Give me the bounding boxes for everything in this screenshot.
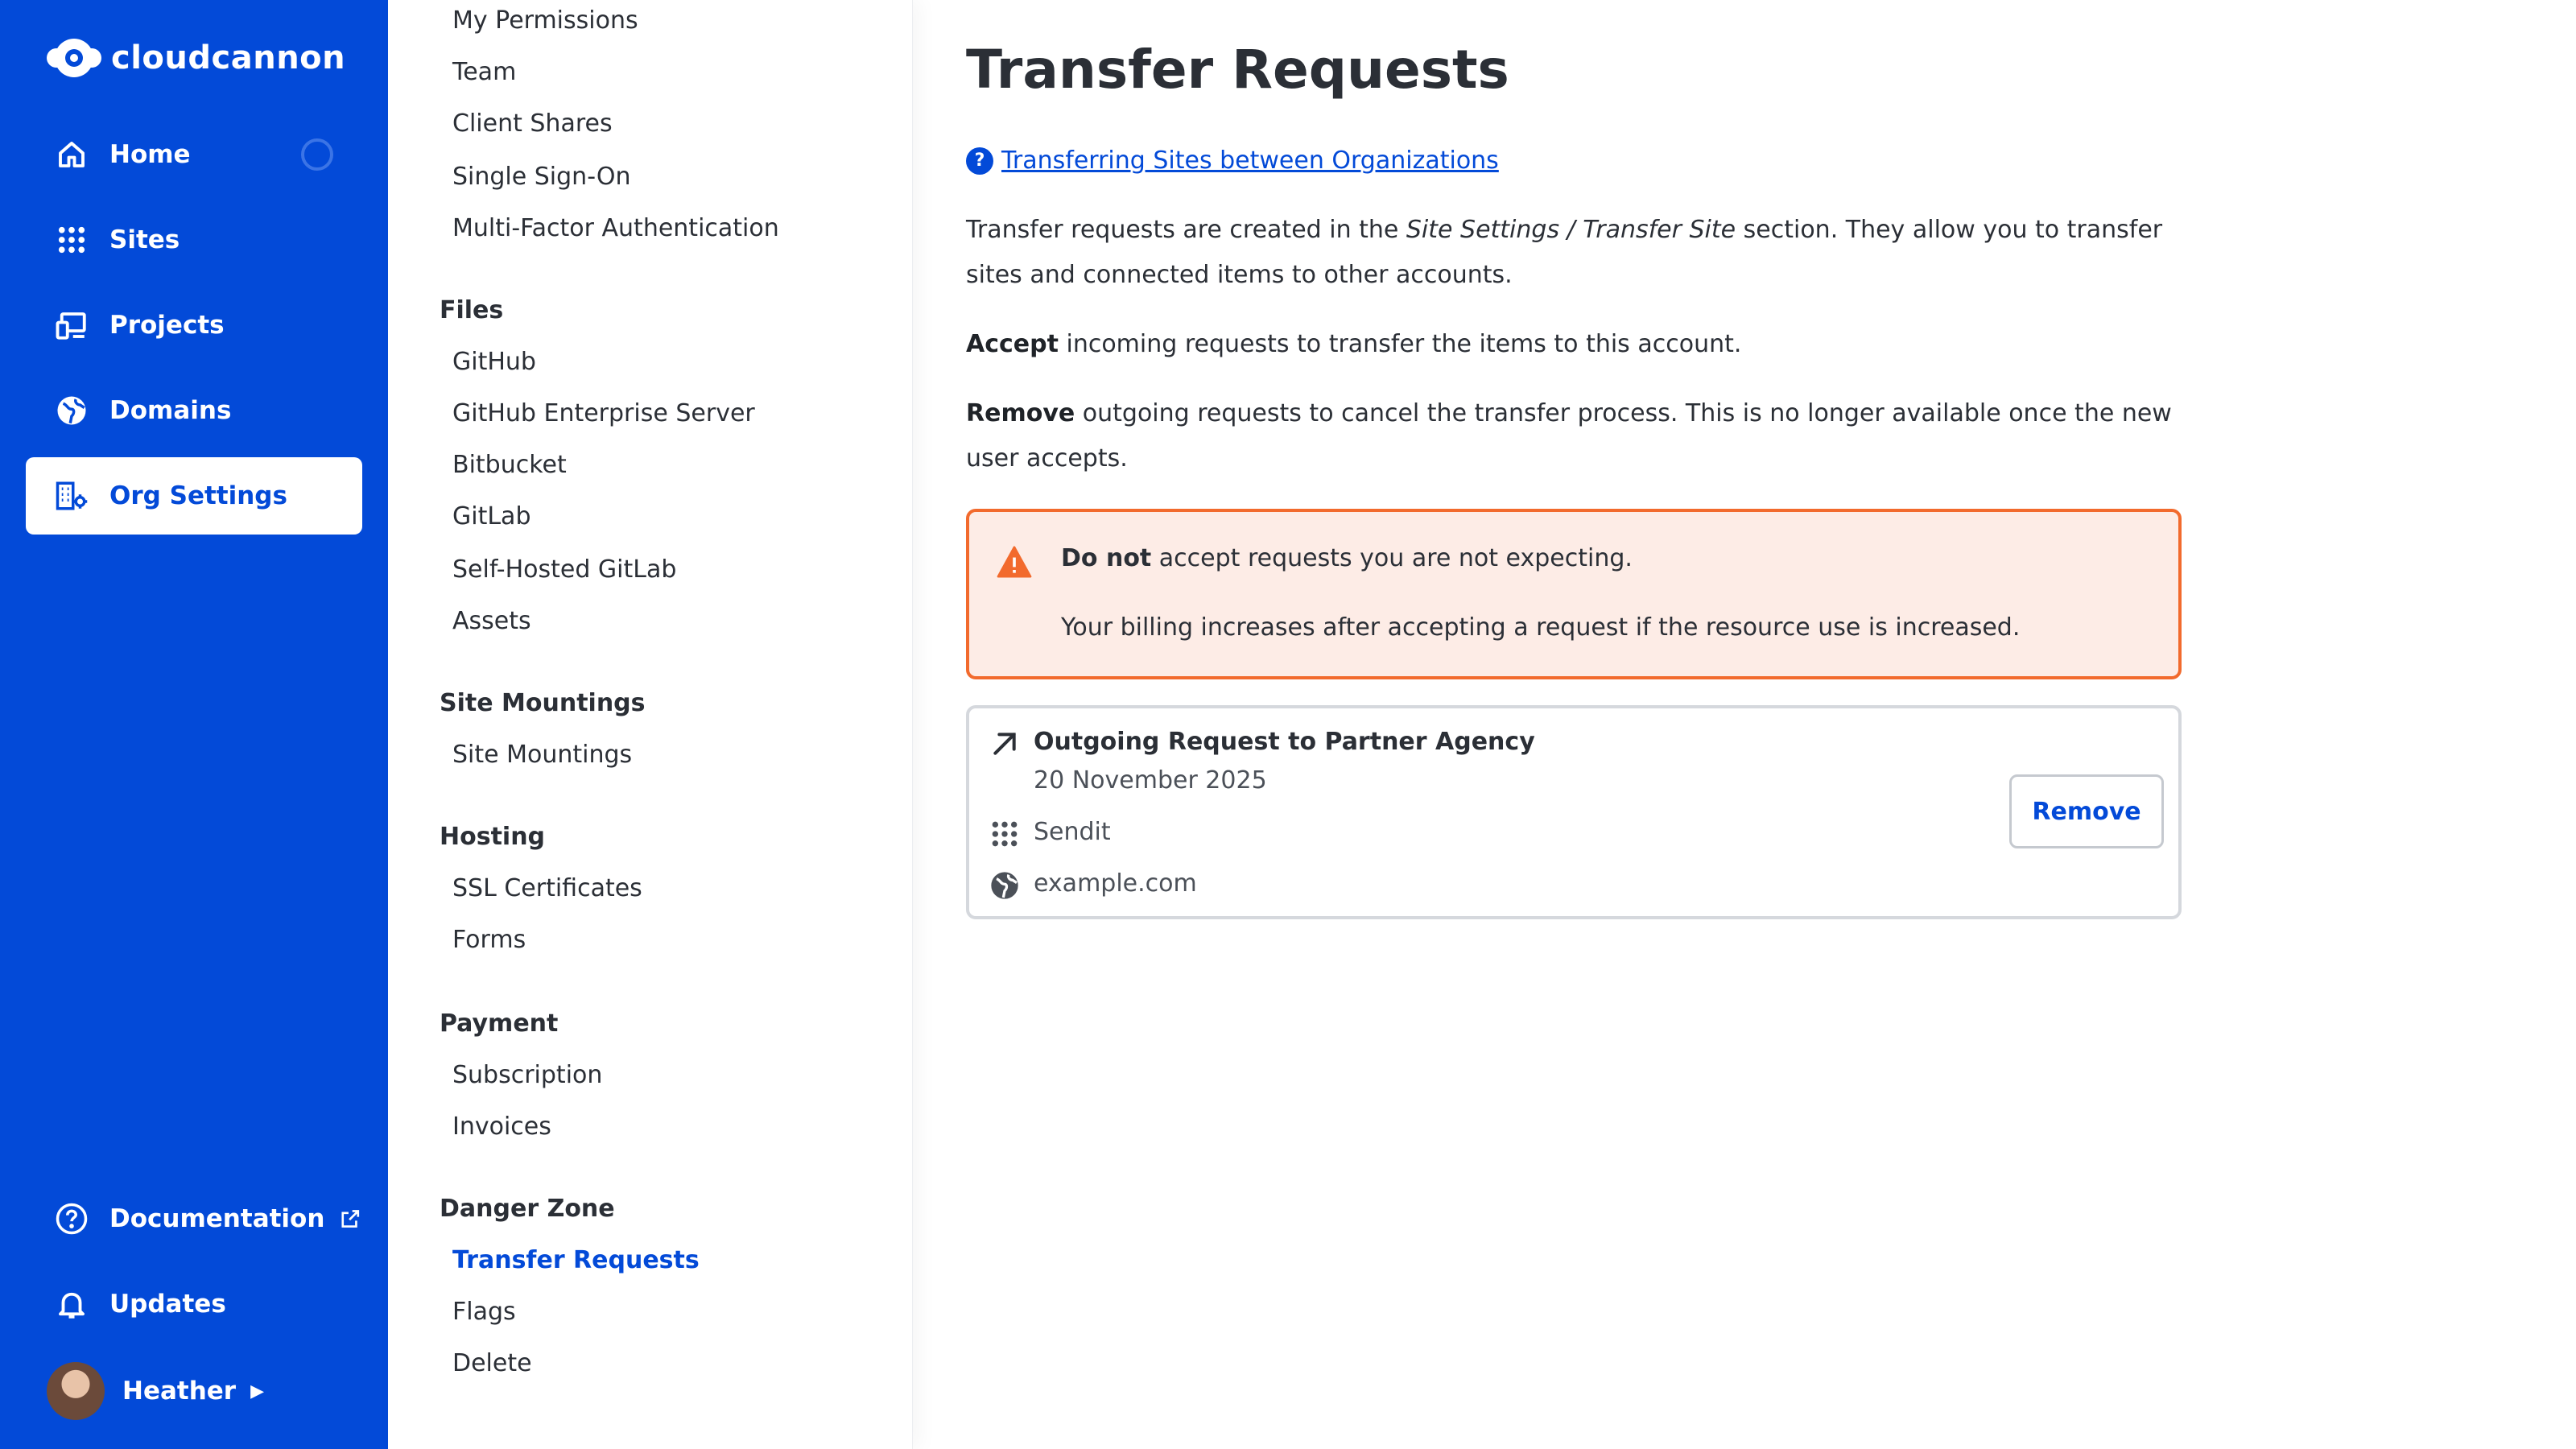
- submenu-github[interactable]: GitHub: [452, 348, 536, 376]
- intro-transfer-site: Transfer Site: [1583, 216, 1736, 244]
- nav-home[interactable]: Home: [26, 116, 362, 193]
- cloudcannon-logo[interactable]: cloudcannon: [45, 35, 345, 80]
- submenu-assets[interactable]: Assets: [452, 607, 531, 635]
- submenu-github-enterprise-server[interactable]: GitHub Enterprise Server: [452, 399, 755, 427]
- submenu-team[interactable]: Team: [452, 58, 516, 86]
- page-title: Transfer Requests: [966, 39, 1509, 101]
- help-link-row: ? Transferring Sites between Organizatio…: [966, 147, 1499, 175]
- submenu-ssl-certificates[interactable]: SSL Certificates: [452, 874, 642, 902]
- submenu-heading-files: Files: [440, 296, 504, 324]
- nav-home-label: Home: [109, 140, 191, 169]
- submenu-gitlab[interactable]: GitLab: [452, 502, 531, 530]
- cloudcannon-logo-icon: [47, 39, 101, 77]
- transferring-sites-doc-link[interactable]: Transferring Sites between Organizations: [1001, 147, 1499, 175]
- user-menu[interactable]: Heather ▶: [26, 1352, 362, 1430]
- nav-updates-label: Updates: [109, 1290, 226, 1319]
- nav-org-settings[interactable]: Org Settings: [26, 457, 362, 535]
- submenu-heading-danger-zone: Danger Zone: [440, 1195, 615, 1223]
- main-navigation: cloudcannon Home Sites Projects Domains: [0, 0, 388, 1449]
- question-circle-icon: [55, 1202, 89, 1236]
- intro-site-settings: Site Settings: [1406, 216, 1560, 244]
- remove-text: outgoing requests to cancel the transfer…: [966, 399, 2172, 473]
- warning-bold: Do not: [1061, 544, 1152, 572]
- submenu-subscription[interactable]: Subscription: [452, 1061, 602, 1089]
- nav-sites[interactable]: Sites: [26, 201, 362, 279]
- warning-line-2: Your billing increases after accepting a…: [1061, 613, 2021, 642]
- brand-name: cloudcannon: [111, 39, 346, 76]
- warning-triangle-icon: [997, 546, 1032, 578]
- caret-right-icon: ▶: [250, 1381, 265, 1402]
- submenu-self-hosted-gitlab[interactable]: Self-Hosted GitLab: [452, 555, 676, 584]
- warning-line-1: Do not accept requests you are not expec…: [1061, 544, 1633, 572]
- nav-sites-label: Sites: [109, 225, 180, 254]
- submenu-client-shares[interactable]: Client Shares: [452, 109, 613, 138]
- submenu-forms[interactable]: Forms: [452, 926, 526, 954]
- nav-documentation[interactable]: Documentation: [26, 1180, 362, 1257]
- request-site-name: Sendit: [1034, 818, 1111, 846]
- remove-request-button[interactable]: Remove: [2009, 774, 2164, 848]
- accept-bold: Accept: [966, 330, 1059, 358]
- warning-callout: Do not accept requests you are not expec…: [966, 509, 2182, 679]
- nav-updates[interactable]: Updates: [26, 1265, 362, 1343]
- submenu-delete[interactable]: Delete: [452, 1349, 532, 1377]
- accept-paragraph: Accept incoming requests to transfer the…: [966, 322, 2174, 367]
- submenu-heading-payment: Payment: [440, 1009, 559, 1038]
- transfer-request-card: Outgoing Request to Partner Agency 20 No…: [966, 705, 2182, 919]
- submenu-single-sign-on[interactable]: Single Sign-On: [452, 163, 630, 191]
- avatar: [47, 1362, 105, 1420]
- accept-text: incoming requests to transfer the items …: [1058, 330, 1742, 358]
- submenu-flags[interactable]: Flags: [452, 1298, 516, 1326]
- nav-org-settings-label: Org Settings: [109, 481, 287, 510]
- intro-text-1: Transfer requests are created in the: [966, 216, 1406, 244]
- nav-domains-label: Domains: [109, 396, 232, 425]
- bell-icon: [55, 1287, 89, 1321]
- remove-bold: Remove: [966, 399, 1075, 427]
- submenu-invoices[interactable]: Invoices: [452, 1113, 551, 1141]
- external-link-icon: [341, 1210, 360, 1228]
- loading-spinner-icon: [301, 138, 333, 171]
- request-date: 20 November 2025: [1034, 766, 1267, 795]
- submenu-transfer-requests[interactable]: Transfer Requests: [452, 1246, 700, 1274]
- help-question-icon: ?: [966, 147, 993, 175]
- submenu-multi-factor-authentication[interactable]: Multi-Factor Authentication: [452, 214, 779, 242]
- nav-projects-label: Projects: [109, 311, 225, 340]
- submenu-my-permissions[interactable]: My Permissions: [452, 6, 638, 35]
- devices-icon: [55, 308, 89, 342]
- intro-paragraph: Transfer requests are created in the Sit…: [966, 208, 2174, 298]
- submenu-bitbucket[interactable]: Bitbucket: [452, 451, 567, 479]
- submenu-site-mountings[interactable]: Site Mountings: [452, 741, 632, 769]
- user-name: Heather: [122, 1377, 237, 1406]
- nav-projects[interactable]: Projects: [26, 287, 362, 364]
- home-icon: [55, 138, 89, 171]
- submenu-heading-site-mountings: Site Mountings: [440, 689, 646, 717]
- globe-icon: [55, 394, 89, 427]
- domain-globe-icon: [991, 872, 1018, 899]
- grid-dots-icon: [55, 223, 89, 257]
- submenu-heading-hosting: Hosting: [440, 823, 546, 851]
- warning-text-1: accept requests you are not expecting.: [1151, 544, 1633, 572]
- request-title: Outgoing Request to Partner Agency: [1034, 728, 1535, 756]
- request-domain: example.com: [1034, 869, 1197, 898]
- intro-slash: /: [1559, 216, 1583, 244]
- nav-documentation-label: Documentation: [109, 1204, 325, 1233]
- settings-submenu: My Permissions Team Client Shares Single…: [388, 0, 913, 1449]
- remove-paragraph: Remove outgoing requests to cancel the t…: [966, 391, 2174, 481]
- nav-domains[interactable]: Domains: [26, 372, 362, 449]
- site-grid-icon: [992, 821, 1018, 847]
- building-settings-icon: [55, 479, 89, 513]
- arrow-up-right-icon: [993, 733, 1016, 755]
